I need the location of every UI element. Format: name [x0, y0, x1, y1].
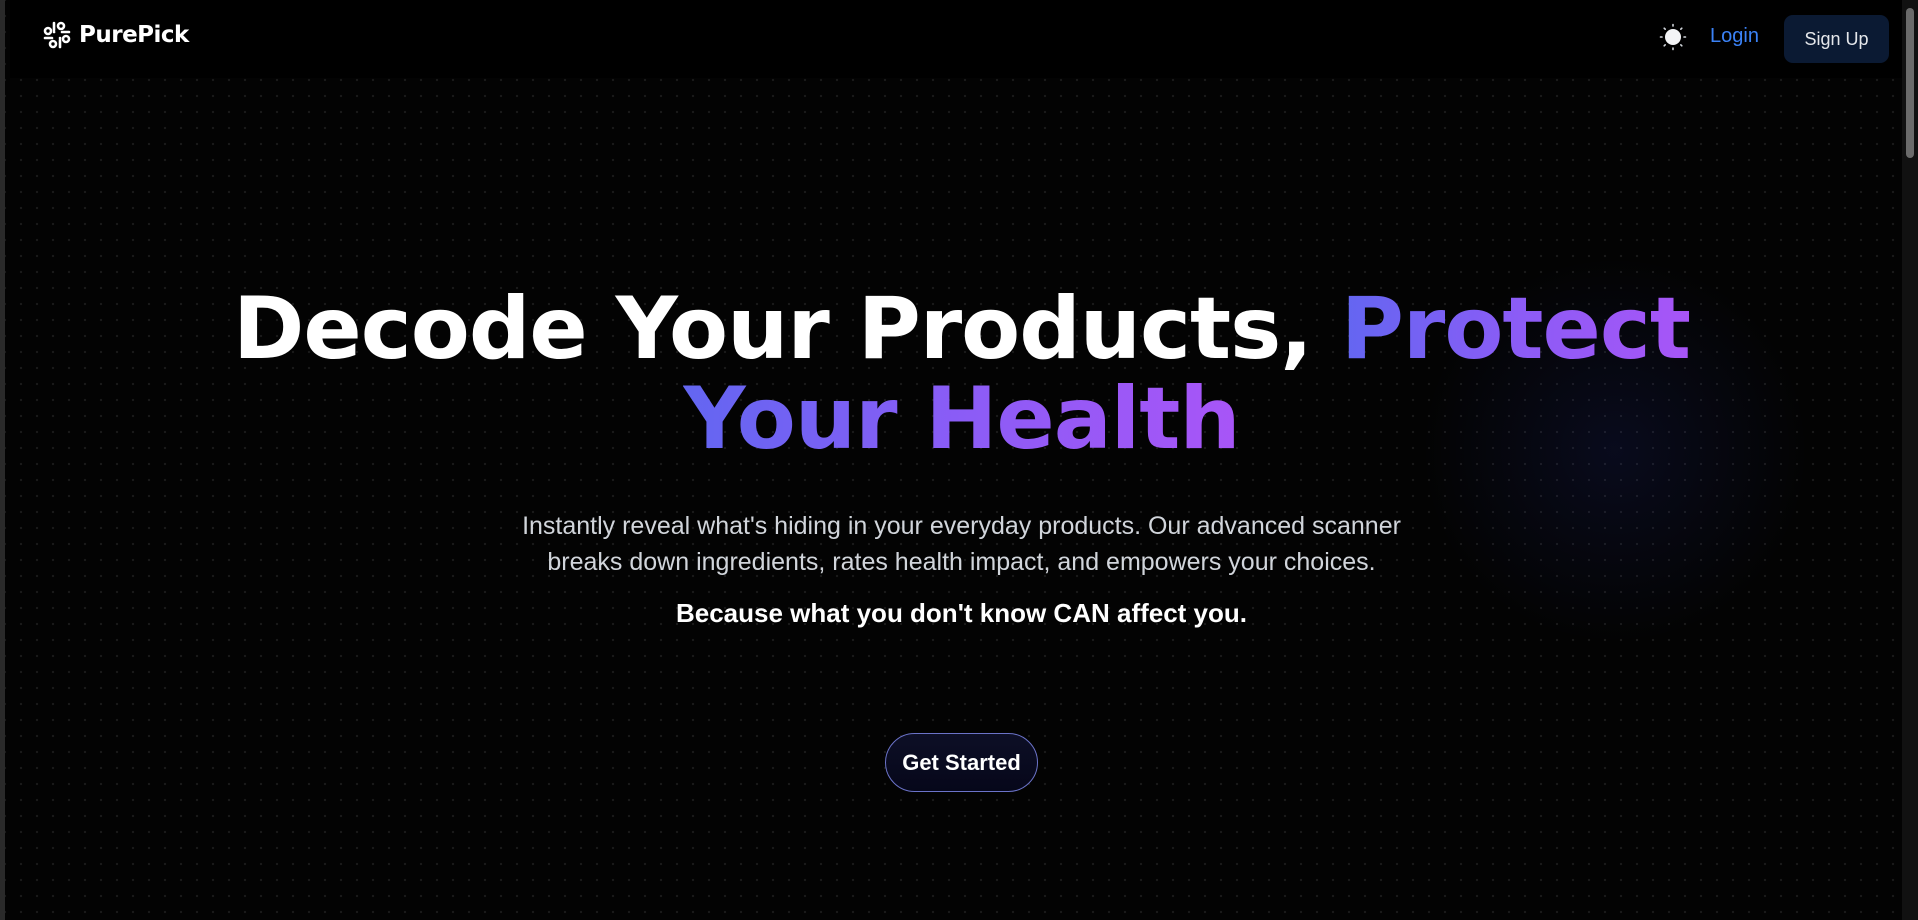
- brand-logo-link[interactable]: PurePick: [41, 19, 189, 51]
- hero-subtitle: Instantly reveal what's hiding in your e…: [10, 508, 1913, 580]
- brand-name: PurePick: [79, 22, 189, 48]
- hero-title-part1: Decode Your Products,: [233, 279, 1341, 379]
- hero-title-accent-1: Protect: [1340, 279, 1691, 379]
- hero-title-accent-2: Your Health: [683, 369, 1240, 469]
- hero-subtitle-line-1: Instantly reveal what's hiding in your e…: [522, 512, 1401, 540]
- scrollbar-thumb[interactable]: [1906, 8, 1914, 158]
- hero-subtitle-line-2: breaks down ingredients, rates health im…: [547, 548, 1376, 576]
- login-link[interactable]: Login: [1710, 25, 1759, 48]
- page-scrollbar[interactable]: [1902, 0, 1918, 920]
- hero-title: Decode Your Products, Protect Your Healt…: [10, 284, 1913, 464]
- hero-tagline: Because what you don't know CAN affect y…: [675, 598, 1248, 628]
- purepick-logo-icon: [41, 19, 73, 51]
- sign-up-button[interactable]: Sign Up: [1784, 15, 1889, 63]
- sun-icon: [1659, 23, 1687, 56]
- get-started-button[interactable]: Get Started: [885, 733, 1038, 792]
- theme-toggle-button[interactable]: [1658, 23, 1688, 56]
- page-background: PurePick Login Sign Up Decode Your Produ…: [0, 0, 1918, 920]
- top-navbar: PurePick Login Sign Up: [10, 0, 1907, 78]
